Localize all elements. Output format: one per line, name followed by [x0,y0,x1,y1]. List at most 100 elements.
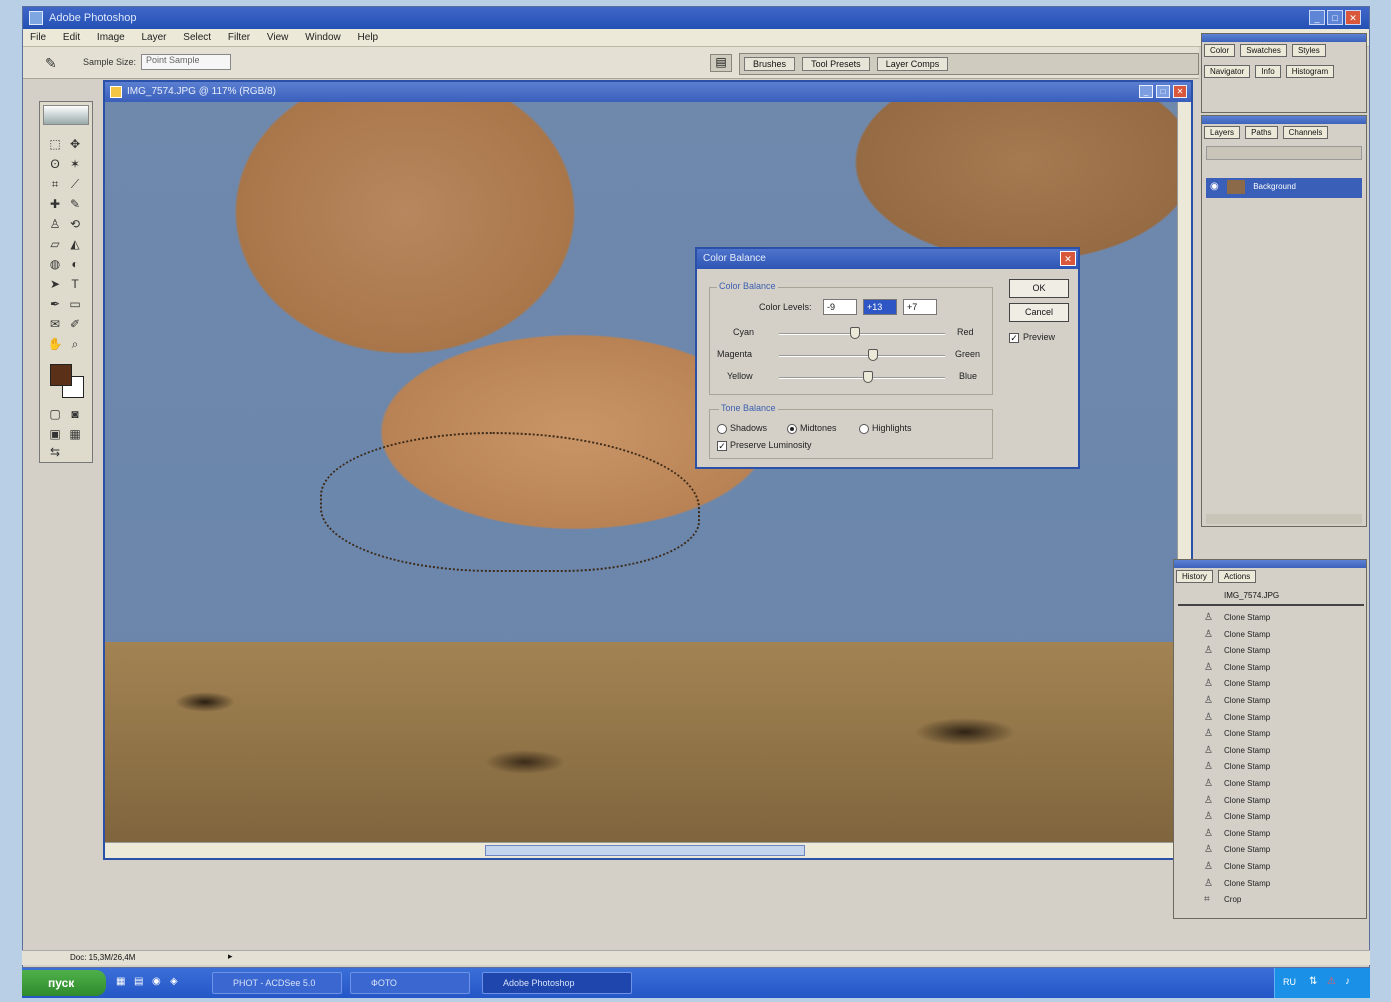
minimize-button[interactable]: _ [1309,10,1325,25]
menu-edit[interactable]: Edit [56,29,87,43]
eye-icon[interactable]: ◉ [1206,181,1219,192]
history-item[interactable]: ♙ Clone Stamp [1178,876,1364,893]
quicklaunch-desktop-icon[interactable]: ▦ [116,976,128,988]
quicklaunch-folder-icon[interactable]: ▤ [134,976,146,988]
history-item[interactable]: ♙ Clone Stamp [1178,710,1364,727]
sample-size-select[interactable]: Point Sample [141,54,231,70]
task-photoshop[interactable]: Adobe Photoshop [482,972,632,994]
ok-button[interactable]: OK [1009,279,1069,298]
eraser-tool-icon[interactable]: ▱ [46,236,64,252]
yellow-blue-slider-thumb[interactable] [862,371,873,383]
shadows-radio[interactable] [717,424,727,434]
menu-view[interactable]: View [260,29,296,43]
history-item[interactable]: ♙ Clone Stamp [1178,726,1364,743]
standard-mode-icon[interactable]: ▢ [46,406,64,422]
history-item[interactable]: ♙ Clone Stamp [1178,809,1364,826]
highlights-radio[interactable] [859,424,869,434]
task-acdsee[interactable]: PHOT - ACDSee 5.0 [212,972,342,994]
tab-styles[interactable]: Styles [1291,44,1326,57]
fullscreen-mode-icon[interactable]: ▦ [66,426,84,442]
menu-select[interactable]: Select [176,29,218,43]
menu-file[interactable]: File [23,29,53,43]
cancel-button[interactable]: Cancel [1009,303,1069,322]
history-item[interactable]: ♙ Clone Stamp [1178,859,1364,876]
maximize-button[interactable]: □ [1327,10,1343,25]
document-titlebar[interactable]: IMG_7574.JPG @ 117% (RGB/8) [105,82,1191,102]
quick-mask-icon[interactable]: ◙ [66,406,84,422]
history-snapshot[interactable]: IMG_7574.JPG [1178,586,1364,606]
history-item[interactable]: ♙ Clone Stamp [1178,759,1364,776]
magenta-green-slider-thumb[interactable] [867,349,878,361]
toolbox-header[interactable] [43,105,89,125]
history-item[interactable]: ♙ Clone Stamp [1178,743,1364,760]
history-item[interactable]: ♙ Clone Stamp [1178,643,1364,660]
type-tool-icon[interactable]: T [66,276,84,292]
layer-row-background[interactable]: ◉ Background [1206,178,1362,198]
midtones-radio[interactable] [787,424,797,434]
move-tool-icon[interactable]: ✥ [66,136,84,152]
tab-paths[interactable]: Paths [1245,126,1278,139]
history-item[interactable]: ♙ Clone Stamp [1178,776,1364,793]
lasso-tool-icon[interactable]: ʘ [46,156,64,172]
app-titlebar[interactable]: Adobe Photoshop [23,7,1369,29]
quicklaunch-media-icon[interactable]: ◉ [152,976,164,988]
magenta-green-slider-track[interactable] [779,355,945,357]
blur-tool-icon[interactable]: ◍ [46,256,64,272]
history-item[interactable]: ♙ Clone Stamp [1178,676,1364,693]
start-button[interactable]: пуск [22,970,106,996]
menu-window[interactable]: Window [298,29,348,43]
clone-stamp-icon[interactable]: ♙ [46,216,64,232]
network-icon[interactable]: ⇅ [1309,976,1317,987]
history-item[interactable]: ♙ Clone Stamp [1178,842,1364,859]
dodge-tool-icon[interactable]: ◐ [66,256,84,272]
tab-color[interactable]: Color [1204,44,1236,57]
cyan-red-slider-thumb[interactable] [849,327,860,339]
history-item[interactable]: ♙ Clone Stamp [1178,793,1364,810]
magic-wand-icon[interactable]: ✶ [66,156,84,172]
volume-icon[interactable]: ♪ [1345,976,1350,987]
status-arrow-icon[interactable]: ▸ [228,951,233,962]
gradient-tool-icon[interactable]: ◭ [66,236,84,252]
tab-info[interactable]: Info [1255,65,1281,78]
menu-image[interactable]: Image [90,29,132,43]
history-item[interactable]: ♙ Clone Stamp [1178,693,1364,710]
dialog-titlebar[interactable]: Color Balance [697,249,1078,269]
tab-layer-comps[interactable]: Layer Comps [876,57,949,71]
file-browser-icon[interactable]: ▤ [710,54,732,72]
history-item[interactable]: ⌗ Crop [1178,892,1364,909]
zoom-tool-icon[interactable]: ⌕ [66,336,84,352]
tab-tool-presets[interactable]: Tool Presets [802,57,870,71]
imageready-icon[interactable]: ⇆ [46,444,64,460]
brush-tool-icon[interactable]: ✎ [66,196,84,212]
marquee-tool-icon[interactable]: ⬚ [46,136,64,152]
cyan-red-slider-track[interactable] [779,333,945,335]
path-select-icon[interactable]: ➤ [46,276,64,292]
tab-histogram[interactable]: Histogram [1285,65,1335,78]
menu-filter[interactable]: Filter [221,29,257,43]
tab-layers[interactable]: Layers [1204,126,1241,139]
tab-brushes[interactable]: Brushes [744,57,796,71]
image-canvas[interactable] [105,102,1177,842]
tab-swatches[interactable]: Swatches [1240,44,1287,57]
level-yellow-blue-field[interactable]: +7 [903,299,937,315]
dialog-close-button[interactable]: ✕ [1060,251,1076,266]
tab-channels[interactable]: Channels [1282,126,1329,139]
menu-layer[interactable]: Layer [135,29,174,43]
hand-tool-icon[interactable]: ✋ [46,336,64,352]
level-magenta-green-field[interactable]: +13 [863,299,897,315]
color-panel-titlebar[interactable] [1202,34,1366,42]
history-brush-icon[interactable]: ⟲ [66,216,84,232]
history-item[interactable]: ♙ Clone Stamp [1178,627,1364,644]
task-photo-folder[interactable]: ФОТО [350,972,470,994]
history-item[interactable]: ♙ Clone Stamp [1178,826,1364,843]
language-indicator[interactable]: RU [1283,977,1296,987]
history-panel-titlebar[interactable] [1174,560,1366,568]
shape-tool-icon[interactable]: ▭ [66,296,84,312]
tab-history[interactable]: History [1176,570,1213,583]
horizontal-scroll-thumb[interactable] [485,845,805,856]
doc-minimize-button[interactable]: _ [1139,85,1153,98]
doc-maximize-button[interactable]: □ [1156,85,1170,98]
layers-panel-titlebar[interactable] [1202,116,1366,124]
quicklaunch-browser-icon[interactable]: ◈ [170,976,182,988]
slice-tool-icon[interactable]: ⟋ [66,176,84,192]
